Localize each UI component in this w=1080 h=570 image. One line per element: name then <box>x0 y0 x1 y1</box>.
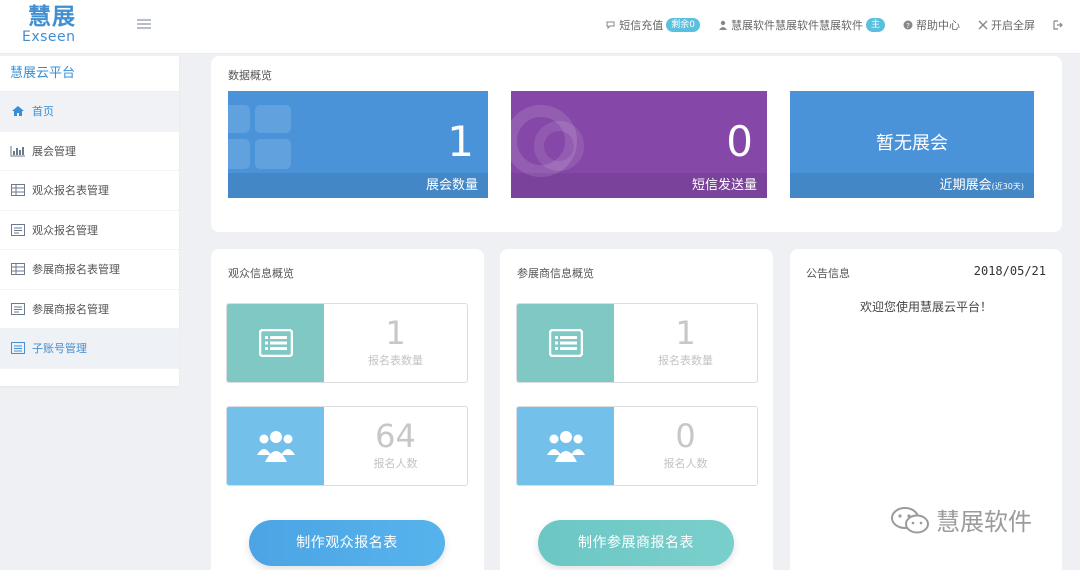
sms-remaining-badge: 剩余0 <box>666 18 700 32</box>
user-menu[interactable]: 慧展软件慧展软件慧展软件 主 <box>718 17 885 33</box>
app-logo[interactable]: 慧展 Exseen <box>22 4 102 50</box>
sidebar-item-exhibitions[interactable]: 展会管理 <box>0 132 179 171</box>
stat-card-exhibitions[interactable]: 1 展会数量 <box>228 91 488 198</box>
overview-title: 数据概览 <box>228 69 272 82</box>
sidebar-item-label: 首页 <box>32 105 54 119</box>
stat-card-sms[interactable]: 0 短信发送量 <box>511 91 767 198</box>
top-header: 慧展 Exseen 短信充值 剩余0 慧展软件慧展软件慧展软件 主 ? 帮助中心 <box>0 0 1080 54</box>
create-exhibitor-form-button[interactable]: 制作参展商报名表 <box>538 520 734 566</box>
exhibitor-people-label: 报名人数 <box>663 457 708 470</box>
fullscreen-label: 开启全屏 <box>991 19 1035 32</box>
wechat-icon <box>891 506 929 533</box>
exhibitor-forms-label: 报名表数量 <box>658 354 713 367</box>
stat-card-recent-exhibitions[interactable]: 暂无展会 近期展会(近30天) <box>790 91 1034 198</box>
logout-button[interactable] <box>1053 20 1066 30</box>
sidebar-item-label: 子账号管理 <box>32 342 87 356</box>
sidebar-item-exhibitor-forms[interactable]: 参展商报名表管理 <box>0 250 179 290</box>
sms-recharge-label: 短信充值 <box>619 19 664 32</box>
table-icon <box>10 184 26 197</box>
user-name: 慧展软件慧展软件慧展软件 <box>730 19 863 32</box>
list-icon <box>10 302 26 315</box>
audience-forms-tile[interactable]: 1 报名表数量 <box>226 303 468 383</box>
exhibitor-forms-tile[interactable]: 1 报名表数量 <box>516 303 758 383</box>
grid-icon <box>228 105 291 169</box>
audience-forms-count: 1 <box>385 314 406 352</box>
sidebar-item-sub-accounts[interactable]: 子账号管理 <box>0 329 179 369</box>
logout-icon <box>1053 20 1063 30</box>
users-icon <box>227 407 324 485</box>
fullscreen-link[interactable]: 开启全屏 <box>978 17 1035 33</box>
sidebar-item-home[interactable]: 首页 <box>0 92 179 132</box>
notice-title: 公告信息 <box>806 267 850 280</box>
menu-toggle-icon[interactable] <box>137 19 151 31</box>
expand-icon <box>978 20 988 30</box>
bar-chart-icon <box>10 145 26 157</box>
recent-exhibitions-label: 近期展会(近30天) <box>939 178 1024 193</box>
users-icon <box>517 407 614 485</box>
list-icon <box>10 223 26 236</box>
logo-english: Exseen <box>22 29 76 45</box>
question-icon: ? <box>903 20 913 30</box>
sms-recharge-link[interactable]: 短信充值 剩余0 <box>606 17 700 33</box>
user-icon <box>718 20 728 30</box>
no-exhibitions-text: 暂无展会 <box>876 133 948 154</box>
sidebar-item-audience-forms[interactable]: 观众报名表管理 <box>0 171 179 211</box>
sidebar-item-label: 参展商报名表管理 <box>32 263 120 277</box>
recent-exhibitions-sublabel: (近30天) <box>991 182 1024 191</box>
create-audience-form-button[interactable]: 制作观众报名表 <box>249 520 445 566</box>
sms-label: 短信发送量 <box>691 178 757 193</box>
sidebar-item-audience-registrations[interactable]: 观众报名管理 <box>0 211 179 250</box>
sidebar-item-label: 参展商报名管理 <box>32 302 109 316</box>
sidebar-item-label: 观众报名管理 <box>32 223 98 237</box>
exhibitions-label: 展会数量 <box>425 178 478 193</box>
exhibitor-title: 参展商信息概览 <box>517 267 594 280</box>
watermark-text: 慧展软件 <box>936 508 1032 536</box>
audience-people-label: 报名人数 <box>373 457 418 470</box>
sms-count: 0 <box>726 117 753 166</box>
sidebar-item-label: 观众报名表管理 <box>32 184 109 198</box>
audience-people-count: 64 <box>375 417 416 455</box>
exhibitions-count: 1 <box>447 117 474 166</box>
message-icon <box>511 105 584 177</box>
help-center-label: 帮助中心 <box>916 19 960 32</box>
sidebar-item-exhibitor-registrations[interactable]: 参展商报名管理 <box>0 290 179 329</box>
help-center-link[interactable]: ? 帮助中心 <box>903 17 960 33</box>
watermark: 慧展软件 <box>890 502 1032 537</box>
home-icon <box>10 105 26 117</box>
chat-icon <box>606 20 616 30</box>
header-nav: 短信充值 剩余0 慧展软件慧展软件慧展软件 主 ? 帮助中心 开启全屏 <box>588 17 1066 33</box>
svg-text:?: ? <box>906 22 910 30</box>
form-list-icon <box>517 304 614 382</box>
audience-people-tile[interactable]: 64 报名人数 <box>226 406 468 486</box>
user-list-icon <box>10 342 26 355</box>
form-list-icon <box>227 304 324 382</box>
audience-forms-label: 报名表数量 <box>368 354 423 367</box>
user-role-badge: 主 <box>865 18 885 32</box>
sidebar-title: 慧展云平台 <box>0 56 179 92</box>
exhibitor-people-tile[interactable]: 0 报名人数 <box>516 406 758 486</box>
sidebar: 慧展云平台 首页 展会管理 观众报名表管理 观众报名管理 参展商报名表管理 参展 <box>0 56 179 386</box>
audience-title: 观众信息概览 <box>228 267 294 280</box>
exhibitor-forms-count: 1 <box>675 314 696 352</box>
logo-chinese: 慧展 <box>28 4 76 30</box>
notice-date: 2018/05/21 <box>973 264 1046 278</box>
exhibitor-people-count: 0 <box>675 417 696 455</box>
sidebar-item-label: 展会管理 <box>32 144 76 158</box>
table-icon <box>10 263 26 276</box>
notice-message[interactable]: 欢迎您使用慧展云平台！ <box>790 298 1062 315</box>
